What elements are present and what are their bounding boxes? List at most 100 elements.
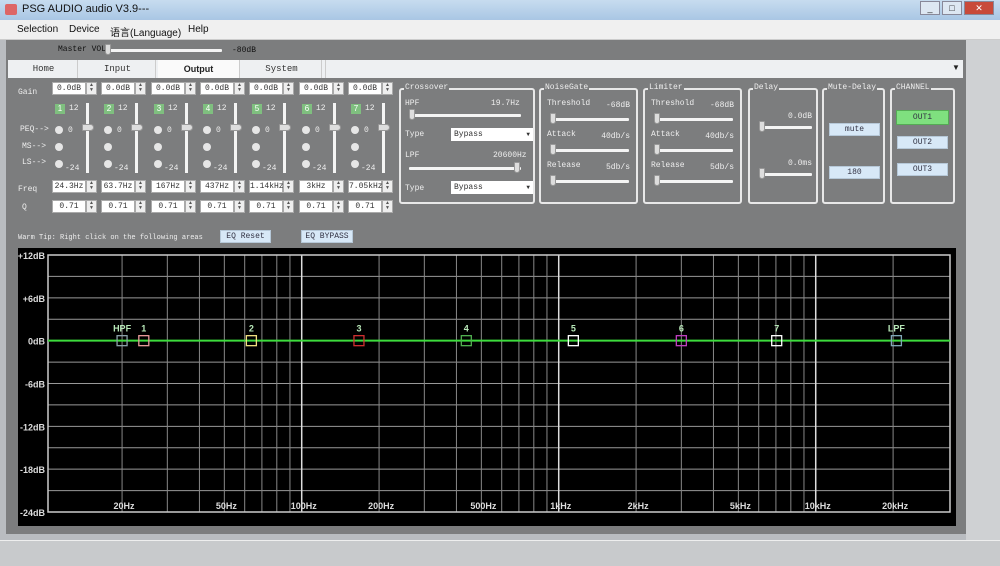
freq-spinner[interactable]: ▲ ▼ <box>234 180 245 193</box>
lpf-type-select[interactable]: Bypass ▼ <box>451 181 533 194</box>
gain-slider-thumb[interactable] <box>279 124 291 131</box>
peq-radio[interactable] <box>104 126 112 134</box>
gain-slider-thumb[interactable] <box>82 124 94 131</box>
hpf-slider[interactable] <box>411 114 521 117</box>
lpf-thumb[interactable] <box>514 162 520 173</box>
q-input[interactable]: 0.71 <box>200 200 234 213</box>
q-input[interactable]: 0.71 <box>348 200 382 213</box>
ms-radio[interactable] <box>351 143 359 151</box>
freq-input[interactable]: 437Hz <box>200 180 234 193</box>
gain-slider[interactable] <box>86 103 89 173</box>
limiter-attack-thumb[interactable] <box>654 144 660 155</box>
eq-bypass-button[interactable]: EQ BYPASS <box>301 230 353 243</box>
delay-gain-slider[interactable] <box>760 126 812 129</box>
freq-input[interactable]: 1.14kHz <box>249 180 284 193</box>
tab-system[interactable]: System <box>242 60 322 78</box>
noisegate-release-slider[interactable] <box>551 180 629 183</box>
freq-spinner[interactable]: ▲ ▼ <box>283 180 294 193</box>
peq-radio[interactable] <box>252 126 260 134</box>
peq-radio[interactable] <box>302 126 310 134</box>
freq-input[interactable]: 3kHz <box>299 180 333 193</box>
gain-slider-thumb[interactable] <box>230 124 242 131</box>
q-input[interactable]: 0.71 <box>151 200 185 213</box>
limiter-release-slider[interactable] <box>655 180 733 183</box>
ms-radio[interactable] <box>302 143 310 151</box>
peq-radio[interactable] <box>203 126 211 134</box>
q-spinner[interactable]: ▲ ▼ <box>283 200 294 213</box>
freq-input[interactable]: 7.05kHz <box>348 180 383 193</box>
hpf-thumb[interactable] <box>409 109 415 120</box>
gain-slider[interactable] <box>333 103 336 173</box>
freq-spinner[interactable]: ▲ ▼ <box>185 180 196 193</box>
freq-spinner[interactable]: ▲ ▼ <box>86 180 97 193</box>
noisegate-attack-slider[interactable] <box>551 149 629 152</box>
menu-selection[interactable]: Selection <box>17 24 58 35</box>
ms-radio[interactable] <box>104 143 112 151</box>
q-input[interactable]: 0.71 <box>249 200 283 213</box>
gain-slider[interactable] <box>135 103 138 173</box>
tab-home[interactable]: Home <box>10 60 78 78</box>
ls-radio[interactable] <box>104 160 112 168</box>
gain-input[interactable]: 0.0dB <box>101 82 135 95</box>
peq-radio[interactable] <box>55 126 63 134</box>
gain-input[interactable]: 0.0dB <box>249 82 283 95</box>
q-spinner[interactable]: ▲ ▼ <box>185 200 196 213</box>
phase-180-button[interactable]: 180 <box>829 166 880 179</box>
gain-input[interactable]: 0.0dB <box>52 82 86 95</box>
gain-slider-thumb[interactable] <box>329 124 341 131</box>
menu-device[interactable]: Device <box>69 24 100 35</box>
ls-radio[interactable] <box>252 160 260 168</box>
q-spinner[interactable]: ▲ ▼ <box>234 200 245 213</box>
gain-slider-thumb[interactable] <box>181 124 193 131</box>
freq-spinner[interactable]: ▲ ▼ <box>333 180 344 193</box>
gain-slider-thumb[interactable] <box>131 124 143 131</box>
ls-radio[interactable] <box>302 160 310 168</box>
q-spinner[interactable]: ▲ ▼ <box>382 200 393 213</box>
freq-spinner[interactable]: ▲ ▼ <box>382 180 393 193</box>
gain-input[interactable]: 0.0dB <box>348 82 382 95</box>
gain-spinner[interactable]: ▲ ▼ <box>185 82 196 95</box>
gain-input[interactable]: 0.0dB <box>299 82 333 95</box>
noisegate-threshold-thumb[interactable] <box>550 113 556 124</box>
noisegate-threshold-slider[interactable] <box>551 118 629 121</box>
delay-gain-thumb[interactable] <box>759 121 765 132</box>
menu-language[interactable]: 语言(Language) <box>110 24 181 39</box>
q-spinner[interactable]: ▲ ▼ <box>333 200 344 213</box>
freq-input[interactable]: 24.3Hz <box>52 180 86 193</box>
gain-input[interactable]: 0.0dB <box>200 82 234 95</box>
master-vol-slider[interactable] <box>106 49 222 52</box>
gain-spinner[interactable]: ▲ ▼ <box>333 82 344 95</box>
freq-input[interactable]: 167Hz <box>151 180 185 193</box>
gain-slider[interactable] <box>382 103 385 173</box>
gain-spinner[interactable]: ▲ ▼ <box>283 82 294 95</box>
gain-spinner[interactable]: ▲ ▼ <box>135 82 146 95</box>
ms-radio[interactable] <box>252 143 260 151</box>
hpf-type-select[interactable]: Bypass ▼ <box>451 128 533 141</box>
eq-graph-svg[interactable]: +12dB +6dB 0dB -6dB -12dB -18dB -24dB 20Hz 50Hz 1… <box>18 248 956 526</box>
tab-dropdown-icon[interactable]: ▼ <box>952 63 960 72</box>
freq-input[interactable]: 63.7Hz <box>101 180 135 193</box>
ms-radio[interactable] <box>203 143 211 151</box>
out2-button[interactable]: OUT2 <box>897 136 948 149</box>
eq-reset-button[interactable]: EQ Reset <box>220 230 271 243</box>
q-spinner[interactable]: ▲ ▼ <box>86 200 97 213</box>
limiter-attack-slider[interactable] <box>655 149 733 152</box>
q-spinner[interactable]: ▲ ▼ <box>135 200 146 213</box>
gain-slider-thumb[interactable] <box>378 124 390 131</box>
gain-spinner[interactable]: ▲ ▼ <box>86 82 97 95</box>
ls-radio[interactable] <box>55 160 63 168</box>
mute-button[interactable]: mute <box>829 123 880 136</box>
q-input[interactable]: 0.71 <box>52 200 86 213</box>
gain-slider[interactable] <box>185 103 188 173</box>
limiter-threshold-slider[interactable] <box>655 118 733 121</box>
ms-radio[interactable] <box>55 143 63 151</box>
freq-spinner[interactable]: ▲ ▼ <box>135 180 146 193</box>
ls-radio[interactable] <box>154 160 162 168</box>
maximize-button[interactable]: □ <box>942 1 962 15</box>
lpf-slider[interactable] <box>409 167 521 170</box>
tab-input[interactable]: Input <box>80 60 156 78</box>
eq-graph[interactable]: +12dB +6dB 0dB -6dB -12dB -18dB -24dB 20Hz 50Hz 1… <box>18 248 956 526</box>
delay-time-slider[interactable] <box>760 173 812 176</box>
peq-radio[interactable] <box>154 126 162 134</box>
master-vol-thumb[interactable] <box>105 44 111 55</box>
